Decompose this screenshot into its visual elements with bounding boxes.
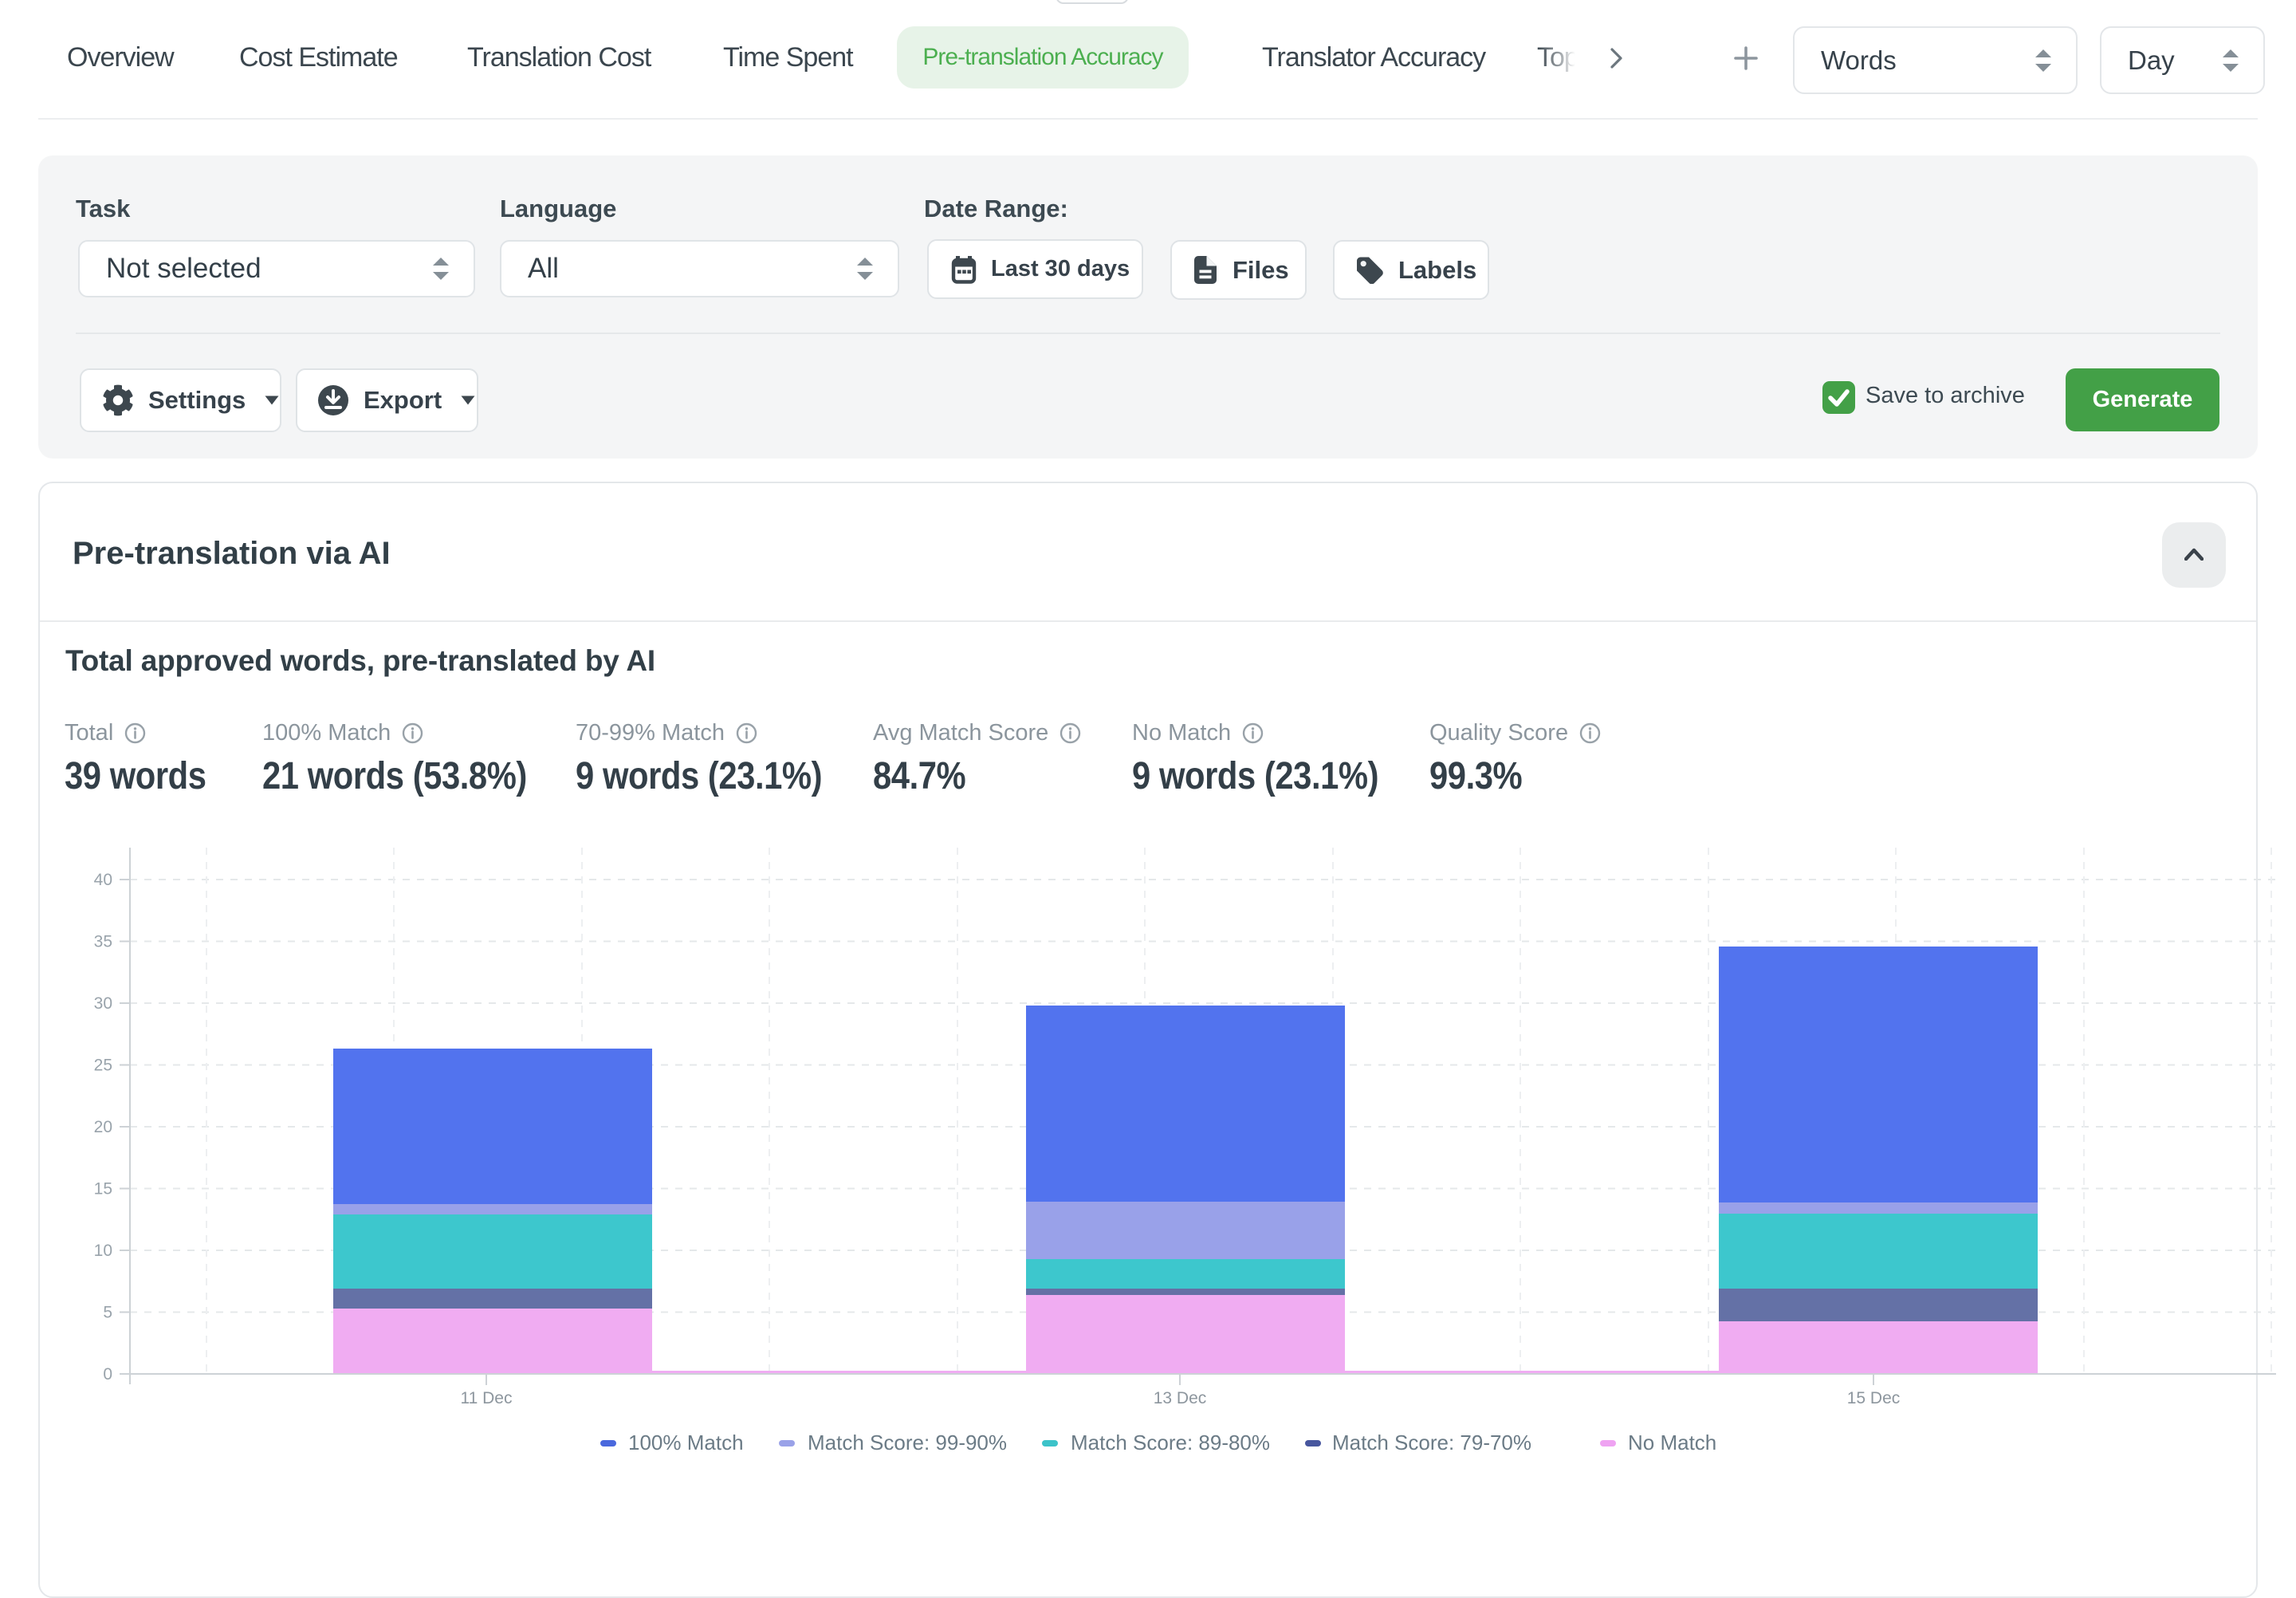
svg-text:11 Dec: 11 Dec [461,1389,513,1407]
svg-text:40: 40 [94,871,112,889]
svg-text:25: 25 [94,1057,112,1075]
svg-text:20: 20 [94,1118,112,1136]
svg-text:35: 35 [94,933,112,951]
svg-text:5: 5 [103,1304,112,1322]
svg-text:10: 10 [94,1242,112,1260]
svg-text:15 Dec: 15 Dec [1847,1389,1901,1407]
svg-text:13 Dec: 13 Dec [1154,1389,1207,1407]
svg-text:15: 15 [94,1180,112,1198]
svg-text:0: 0 [103,1365,112,1383]
svg-text:30: 30 [94,994,112,1013]
